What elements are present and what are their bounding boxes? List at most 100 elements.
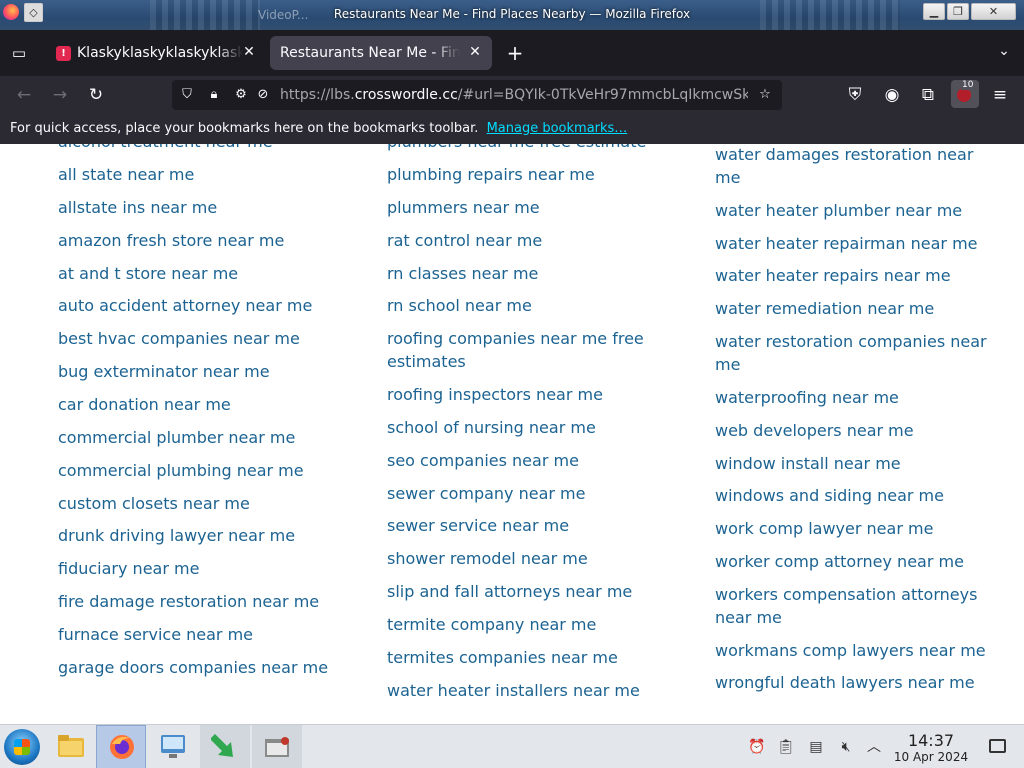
tab-label: Restaurants Near Me - Find Places Nearby <box>280 45 460 61</box>
link-item[interactable]: commercial plumber near me <box>58 426 295 449</box>
control-panel-icon <box>161 735 185 758</box>
link-item[interactable]: fire damage restoration near me <box>58 590 319 613</box>
tab-klasky[interactable]: ! Klaskyklaskyklaskyklasky ✕ <box>48 36 266 70</box>
link-item[interactable]: slip and fall attorneys near me <box>387 580 632 603</box>
link-item[interactable]: worker comp attorney near me <box>715 550 964 573</box>
window-title: Restaurants Near Me - Find Places Nearby… <box>333 7 691 21</box>
link-item[interactable]: amazon fresh store near me <box>58 229 284 252</box>
link-item[interactable]: water heater repairman near me <box>715 232 978 255</box>
link-item[interactable]: custom closets near me <box>58 492 250 515</box>
link-item[interactable]: allstate ins near me <box>58 196 217 219</box>
tracking-protection-shield-icon[interactable]: ⛉ <box>178 86 196 104</box>
notifications-icon[interactable]: ⏰ <box>748 738 766 756</box>
ublock-shield-icon <box>957 88 971 102</box>
minimize-button[interactable]: ▁ <box>923 3 945 20</box>
link-item[interactable]: water heater repairs near me <box>715 264 951 287</box>
taskbar-firefox[interactable] <box>96 725 146 768</box>
ublock-extension-button[interactable]: 10 <box>951 80 979 108</box>
link-item[interactable]: water restoration companies near me <box>715 330 995 376</box>
new-tab-button[interactable]: + <box>503 42 527 66</box>
link-item[interactable]: shower remodel near me <box>387 547 588 570</box>
pocket-icon[interactable]: ⛨ <box>843 84 867 106</box>
bookmarks-hint-text: For quick access, place your bookmarks h… <box>10 121 479 136</box>
link-item[interactable]: web developers near me <box>715 419 914 442</box>
maximize-button[interactable]: ❐ <box>947 3 969 20</box>
link-item[interactable]: window install near me <box>715 452 901 475</box>
system-clock[interactable]: 14:37 10 Apr 2024 <box>890 732 972 765</box>
bookmark-star-icon[interactable]: ☆ <box>756 86 774 104</box>
link-item[interactable]: fiduciary near me <box>58 557 199 580</box>
link-item[interactable]: rn school near me <box>387 294 532 317</box>
link-item[interactable]: termites companies near me <box>387 646 618 669</box>
link-item[interactable]: furnace service near me <box>58 623 253 646</box>
link-item[interactable]: commercial plumbing near me <box>58 459 304 482</box>
firefox-view-button[interactable]: ▭ <box>8 42 30 64</box>
autoplay-blocked-icon[interactable]: ⊘ <box>254 86 272 104</box>
tray-expand-icon[interactable]: ︿ <box>865 738 883 756</box>
bookmarks-toolbar: For quick access, place your bookmarks h… <box>0 114 1024 144</box>
link-item[interactable]: plummers near me <box>387 196 540 219</box>
link-item[interactable]: sewer service near me <box>387 514 569 537</box>
link-item[interactable]: sewer company near me <box>387 482 585 505</box>
link-item[interactable]: water heater installers near me <box>387 679 640 702</box>
link-item[interactable]: workmans comp lawyers near me <box>715 639 986 662</box>
link-item[interactable]: drunk driving lawyer near me <box>58 524 295 547</box>
volume-muted-icon[interactable]: 🔇︎ <box>837 738 855 756</box>
link-item[interactable]: best hvac companies near me <box>58 327 300 350</box>
link-item[interactable]: windows and siding near me <box>715 484 944 507</box>
link-item[interactable]: wrongful death lawyers near me <box>715 671 975 694</box>
clipboard-icon[interactable]: 📋︎ <box>777 738 795 756</box>
taskbar-package-manager[interactable] <box>252 725 302 768</box>
link-item[interactable]: at and t store near me <box>58 262 238 285</box>
reload-button[interactable]: ↻ <box>84 84 108 106</box>
link-item[interactable]: rat control near me <box>387 229 542 252</box>
link-item[interactable]: plumbing repairs near me <box>387 163 595 186</box>
url-text[interactable]: https://lbs.crosswordle.cc/#url=BQYIk-0T… <box>280 87 748 103</box>
taskbar: ⏰ 📋︎ ▤ 🔇︎ ︿ 14:37 10 Apr 2024 <box>0 724 1024 768</box>
link-item[interactable]: garage doors companies near me <box>58 656 328 679</box>
link-item[interactable]: bug exterminator near me <box>58 360 270 383</box>
menu-hamburger-icon[interactable]: ≡ <box>988 84 1012 106</box>
taskbar-file-manager[interactable] <box>46 725 96 768</box>
link-item[interactable]: water heater plumber near me <box>715 199 962 222</box>
link-item[interactable]: car donation near me <box>58 393 231 416</box>
link-item[interactable]: all state near me <box>58 163 194 186</box>
account-icon[interactable]: ◉ <box>880 84 904 106</box>
close-tab-icon[interactable]: ✕ <box>466 43 484 61</box>
link-item[interactable]: roofing companies near me free estimates <box>387 327 657 373</box>
link-item[interactable]: work comp lawyer near me <box>715 517 933 540</box>
tab-restaurants[interactable]: Restaurants Near Me - Find Places Nearby… <box>270 36 492 70</box>
clock-date: 10 Apr 2024 <box>893 750 969 764</box>
link-item[interactable]: water remediation near me <box>715 297 934 320</box>
extensions-icon[interactable]: ⧉ <box>916 84 940 106</box>
folder-icon <box>58 735 84 757</box>
taskbar-control-panel[interactable] <box>148 725 198 768</box>
forward-button[interactable]: → <box>48 84 72 106</box>
lock-icon[interactable]: 🔒︎ <box>205 86 223 104</box>
link-item[interactable]: alcohol treatment near me <box>58 144 273 153</box>
link-item[interactable]: plumbers near me free estimate <box>387 144 646 153</box>
link-item[interactable]: school of nursing near me <box>387 416 596 439</box>
show-desktop-button[interactable] <box>989 739 1006 753</box>
list-all-tabs-button[interactable]: ⌄ <box>994 43 1014 63</box>
link-item[interactable]: seo companies near me <box>387 449 579 472</box>
close-window-button[interactable]: ✕ <box>971 3 1016 20</box>
manage-bookmarks-link[interactable]: Manage bookmarks… <box>487 121 628 136</box>
link-item[interactable]: waterproofing near me <box>715 386 899 409</box>
link-item[interactable]: water damages restoration near me <box>715 144 985 189</box>
tab-label: Klaskyklaskyklaskyklasky <box>77 45 243 61</box>
link-item[interactable]: termite company near me <box>387 613 596 636</box>
permissions-icon[interactable]: ⚙ <box>232 86 250 104</box>
url-bar[interactable]: ⛉ 🔒︎ ⚙ ⊘ https://lbs.crosswordle.cc/#url… <box>172 80 782 110</box>
firefox-icon <box>110 735 134 759</box>
back-button[interactable]: ← <box>12 84 36 106</box>
battery-icon[interactable]: ▤ <box>807 738 825 756</box>
package-manager-icon <box>265 737 289 757</box>
taskbar-downloader[interactable] <box>200 725 250 768</box>
link-item[interactable]: rn classes near me <box>387 262 538 285</box>
link-item[interactable]: auto accident attorney near me <box>58 294 312 317</box>
link-item[interactable]: roofing inspectors near me <box>387 383 603 406</box>
start-menu-button[interactable] <box>4 729 40 765</box>
link-item[interactable]: workers compensation attorneys near me <box>715 583 985 629</box>
close-tab-icon[interactable]: ✕ <box>240 43 258 61</box>
